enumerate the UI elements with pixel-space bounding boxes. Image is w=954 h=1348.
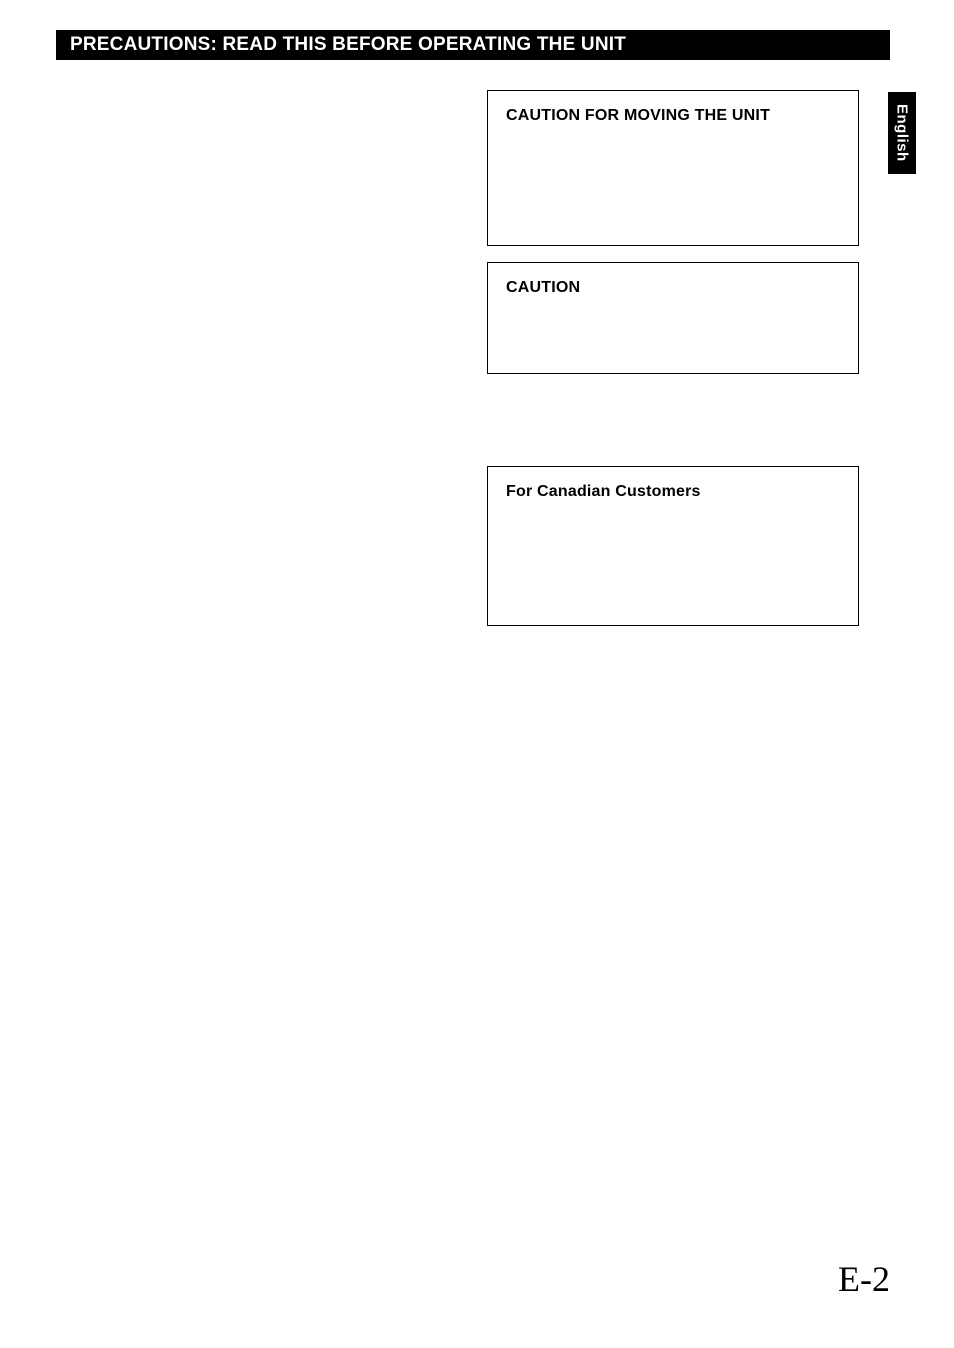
- caution-moving-title: CAUTION FOR MOVING THE UNIT: [506, 107, 840, 125]
- caution-moving-box: CAUTION FOR MOVING THE UNIT: [487, 90, 859, 246]
- canadian-customers-box: For Canadian Customers: [487, 466, 859, 626]
- language-tab-label: English: [894, 104, 911, 162]
- page-number: E-2: [838, 1258, 890, 1300]
- page: PRECAUTIONS: READ THIS BEFORE OPERATING …: [0, 0, 954, 1348]
- canadian-customers-title: For Canadian Customers: [506, 483, 840, 501]
- language-tab: English: [888, 92, 916, 174]
- section-header-title: PRECAUTIONS: READ THIS BEFORE OPERATING …: [70, 34, 626, 56]
- caution-title: CAUTION: [506, 279, 840, 297]
- section-header-bar: PRECAUTIONS: READ THIS BEFORE OPERATING …: [56, 30, 890, 60]
- caution-box: CAUTION: [487, 262, 859, 374]
